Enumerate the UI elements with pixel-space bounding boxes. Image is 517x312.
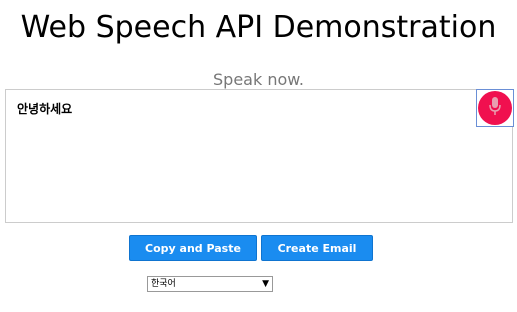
transcript-text: 안녕하세요 [17,102,73,116]
copy-and-paste-button[interactable]: Copy and Paste [129,235,257,261]
transcript-box[interactable]: 안녕하세요 [5,89,513,223]
status-text: Speak now. [213,70,304,89]
create-email-button[interactable]: Create Email [261,235,373,261]
language-select[interactable]: 한국어 ▼ [147,276,273,292]
page-title: Web Speech API Demonstration [20,10,497,45]
language-select-value: 한국어 [151,279,176,289]
dropdown-arrow-icon: ▼ [262,279,269,289]
mic-circle [478,91,512,125]
microphone-icon [488,96,502,120]
start-button[interactable] [476,89,514,127]
